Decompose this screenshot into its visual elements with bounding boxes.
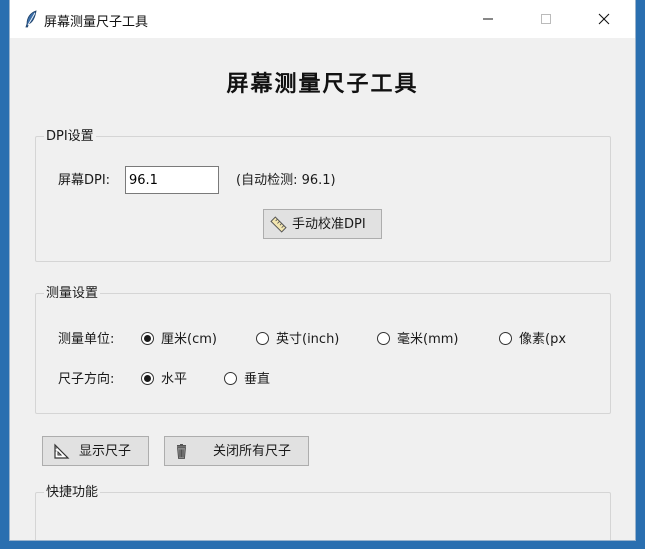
- close-all-rulers-button[interactable]: 关闭所有尺子: [164, 436, 309, 466]
- measure-settings-legend: 测量设置: [44, 285, 101, 302]
- close-all-rulers-label: 关闭所有尺子: [213, 444, 292, 459]
- unit-radio-label: 英寸(inch): [276, 332, 340, 347]
- dpi-label: 屏幕DPI:: [58, 173, 111, 188]
- unit-radio-label: 毫米(mm): [397, 332, 459, 347]
- close-icon: [598, 13, 610, 25]
- app-window: 屏幕测量尺子工具 屏幕测量尺子工具 DPI设置 屏幕DPI: (自动检测: 96…: [10, 0, 635, 540]
- page-title: 屏幕测量尺子工具: [226, 72, 419, 97]
- close-button[interactable]: [581, 0, 627, 38]
- maximize-icon: [541, 14, 551, 24]
- radio-indicator[interactable]: [499, 332, 512, 345]
- ruler-icon: [270, 216, 287, 237]
- radio-indicator[interactable]: [224, 372, 237, 385]
- maximize-button[interactable]: [523, 0, 569, 38]
- quick-functions-legend: 快捷功能: [44, 484, 101, 501]
- direction-radio-label: 水平: [161, 372, 188, 387]
- title-bar[interactable]: 屏幕测量尺子工具: [10, 0, 635, 38]
- window-title: 屏幕测量尺子工具: [44, 15, 149, 30]
- radio-indicator[interactable]: [141, 372, 154, 385]
- calibrate-dpi-button[interactable]: 手动校准DPI: [263, 209, 382, 239]
- dpi-input[interactable]: [125, 166, 219, 194]
- feather-icon: [24, 10, 38, 28]
- dpi-settings-legend: DPI设置: [44, 128, 96, 145]
- unit-label: 测量单位:: [58, 332, 115, 347]
- show-ruler-button[interactable]: 显示尺子: [42, 436, 149, 466]
- direction-radio-label: 垂直: [244, 372, 271, 387]
- radio-indicator[interactable]: [256, 332, 269, 345]
- dpi-settings-group: DPI设置: [35, 128, 611, 262]
- minimize-icon: [483, 18, 493, 20]
- show-ruler-label: 显示尺子: [79, 444, 132, 459]
- measure-settings-group: 测量设置: [35, 285, 611, 414]
- dpi-detected-text: (自动检测: 96.1): [236, 173, 336, 188]
- direction-label: 尺子方向:: [58, 372, 115, 387]
- radio-indicator[interactable]: [377, 332, 390, 345]
- unit-radio-label: 像素(px: [519, 332, 567, 347]
- minimize-button[interactable]: [465, 0, 511, 38]
- quick-functions-group: 快捷功能: [35, 484, 611, 540]
- calibrate-dpi-label: 手动校准DPI: [292, 217, 366, 232]
- trash-icon: [173, 443, 190, 464]
- unit-radio-label: 厘米(cm): [161, 332, 217, 347]
- radio-indicator[interactable]: [141, 332, 154, 345]
- triangle-ruler-icon: [53, 443, 70, 464]
